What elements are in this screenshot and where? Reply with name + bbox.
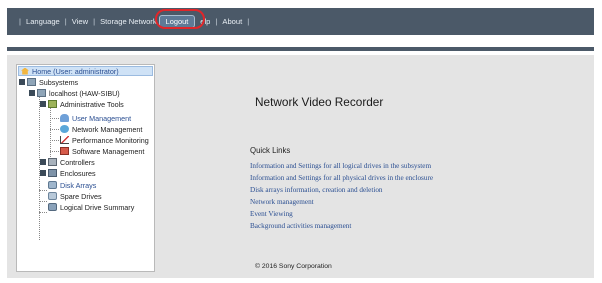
tree-network-management[interactable]: Network Management xyxy=(60,124,142,134)
tree-enclosures[interactable]: Enclosures xyxy=(40,168,96,178)
tree-performance-monitoring-label: Performance Monitoring xyxy=(72,135,149,145)
collapse-icon[interactable] xyxy=(19,79,25,85)
tree-home-label: Home (User: administrator) xyxy=(32,66,119,76)
user-icon xyxy=(60,114,69,122)
quick-link-network-management[interactable]: Network management xyxy=(250,198,314,206)
expand-icon[interactable] xyxy=(40,159,46,165)
tree-connector xyxy=(50,129,59,130)
menu-view[interactable]: View xyxy=(72,17,88,26)
tree-spare-drives[interactable]: Spare Drives xyxy=(48,191,102,201)
tree-connector xyxy=(50,118,59,119)
tree-disk-arrays-label: Disk Arrays xyxy=(60,180,97,190)
tree-connector xyxy=(50,151,59,152)
menu-storage-network[interactable]: Storage Network xyxy=(100,17,157,26)
logout-highlight-circle xyxy=(155,9,205,29)
tree-disk-arrays[interactable]: Disk Arrays xyxy=(48,180,96,190)
tree-spare-drives-label: Spare Drives xyxy=(60,191,102,201)
tree-connector xyxy=(39,212,47,213)
collapse-icon[interactable] xyxy=(40,101,46,107)
quick-link-physical-drives[interactable]: Information and Settings for all physica… xyxy=(250,174,433,182)
home-icon xyxy=(21,67,29,75)
tree-user-management[interactable]: User Management xyxy=(60,113,131,123)
tree-admin-tools-label: Administrative Tools xyxy=(60,99,124,109)
collapse-icon[interactable] xyxy=(29,90,35,96)
tree-localhost-label: localhost (HAW-SIBU) xyxy=(49,88,120,98)
tree-controllers[interactable]: Controllers xyxy=(40,157,95,167)
header-divider xyxy=(7,47,594,51)
software-icon xyxy=(60,147,69,155)
controller-icon xyxy=(48,158,57,166)
tree-performance-monitoring[interactable]: Performance Monitoring xyxy=(60,135,149,145)
menu-language[interactable]: Language xyxy=(26,17,60,26)
spare-drive-icon xyxy=(48,192,57,200)
tree-logical-drive-summary-label: Logical Drive Summary xyxy=(60,202,135,212)
tree-software-management[interactable]: Software Management xyxy=(60,146,144,156)
tree-network-management-label: Network Management xyxy=(72,124,143,134)
tree-controllers-label: Controllers xyxy=(60,157,95,167)
top-menu: | Language | View | Storage Network Logo… xyxy=(14,8,254,35)
top-menu-bar: | Language | View | Storage Network Logo… xyxy=(7,8,594,35)
tree-admin-tools[interactable]: Administrative Tools xyxy=(40,99,124,109)
quick-links-title: Quick Links xyxy=(250,146,291,155)
server-icon xyxy=(27,78,36,86)
disk-array-icon xyxy=(48,181,57,189)
logical-drive-icon xyxy=(48,203,57,211)
chart-icon xyxy=(60,136,69,144)
menu-separator: | xyxy=(93,17,96,26)
page-title: Network Video Recorder xyxy=(255,95,384,109)
menu-separator: | xyxy=(247,17,250,26)
globe-icon xyxy=(60,125,69,133)
quick-link-event-viewing[interactable]: Event Viewing xyxy=(250,210,293,218)
tree-connector xyxy=(39,201,47,202)
tree-localhost[interactable]: localhost (HAW-SIBU) xyxy=(29,88,120,98)
server-icon xyxy=(37,89,46,97)
tree-logical-drive-summary[interactable]: Logical Drive Summary xyxy=(48,202,134,212)
tree-software-management-label: Software Management xyxy=(72,146,145,156)
tools-icon xyxy=(48,100,57,108)
tree-user-management-label: User Management xyxy=(72,113,132,123)
enclosure-icon xyxy=(48,169,57,177)
menu-separator: | xyxy=(19,17,21,26)
quick-link-logical-drives[interactable]: Information and Settings for all logical… xyxy=(250,162,431,170)
tree-subsystems-label: Subsystems xyxy=(39,77,79,87)
quick-link-background-activities[interactable]: Background activities management xyxy=(250,222,351,230)
expand-icon[interactable] xyxy=(40,170,46,176)
tree-connector xyxy=(50,140,59,141)
navigation-tree: Home (User: administrator) Subsystems lo… xyxy=(16,64,155,272)
tree-home[interactable]: Home (User: administrator) xyxy=(18,66,153,76)
tree-subsystems[interactable]: Subsystems xyxy=(19,77,78,87)
tree-connector xyxy=(39,190,47,191)
copyright-footer: © 2016 Sony Corporation xyxy=(255,263,332,270)
menu-about[interactable]: About xyxy=(222,17,242,26)
menu-separator: | xyxy=(64,17,67,26)
menu-separator: | xyxy=(215,17,218,26)
quick-link-disk-arrays[interactable]: Disk arrays information, creation and de… xyxy=(250,186,383,194)
tree-enclosures-label: Enclosures xyxy=(60,168,96,178)
